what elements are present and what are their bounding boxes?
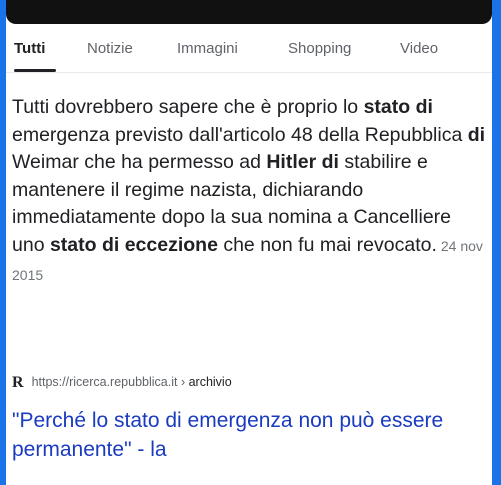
result-title[interactable]: "Perché lo stato di emergenza non può es… — [12, 406, 488, 464]
featured-snippet: Tutti dovrebbero sapere che è proprio lo… — [12, 94, 488, 289]
tab-notizie[interactable]: Notizie — [87, 40, 133, 57]
tab-tutti[interactable]: Tutti — [14, 40, 45, 57]
source-url[interactable]: https://ricerca.repubblica.it — [32, 375, 178, 389]
result-title-link[interactable]: "Perché lo stato di emergenza non può es… — [12, 409, 443, 461]
snippet-highlight: di — [467, 123, 486, 146]
snippet-highlight: stato di eccezione — [49, 233, 218, 256]
search-tabs: Tutti Notizie Immagini Shopping Video — [6, 36, 492, 72]
snippet-text: emergenza previsto dall'articolo 48 dell… — [12, 123, 468, 146]
status-bar — [6, 0, 492, 24]
result-source[interactable]: Rhttps://ricerca.repubblica.it › archivi… — [12, 374, 232, 392]
snippet-text: che non fu mai revocato. — [217, 233, 437, 256]
tab-shopping[interactable]: Shopping — [288, 40, 351, 57]
snippet-highlight: Hitler di — [266, 151, 339, 174]
tabs-divider — [6, 72, 492, 73]
tab-video[interactable]: Video — [400, 40, 438, 57]
search-results-screen: Tutti Notizie Immagini Shopping Video Tu… — [6, 0, 492, 485]
snippet-highlight: stato di — [363, 96, 433, 118]
tab-immagini[interactable]: Immagini — [177, 40, 238, 57]
breadcrumb-separator: › — [177, 375, 189, 389]
repubblica-favicon-icon: R — [12, 374, 24, 391]
snippet-text: Weimar che ha permesso ad — [12, 151, 267, 174]
source-path[interactable]: archivio — [189, 375, 232, 389]
snippet-text: Tutti dovrebbero sapere che è proprio lo — [12, 96, 364, 118]
